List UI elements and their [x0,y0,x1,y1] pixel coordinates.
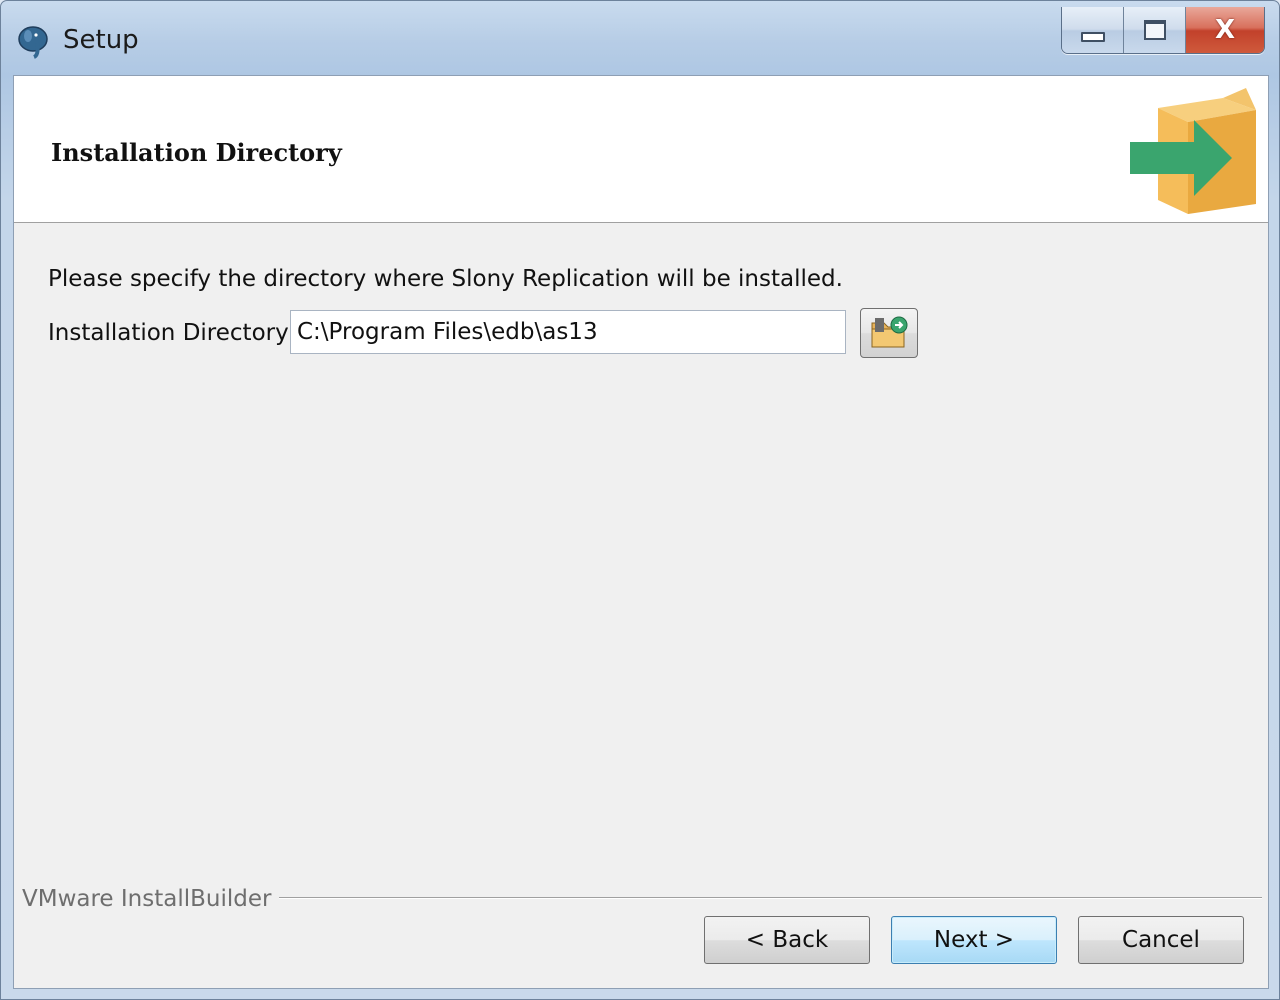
maximize-icon [1143,20,1166,40]
postgres-elephant-icon [18,26,48,59]
browse-button[interactable] [860,308,918,358]
cancel-button[interactable]: Cancel [1078,916,1244,964]
window-title: Setup [63,25,139,55]
close-button[interactable]: X [1186,7,1264,53]
title-bar[interactable]: Setup X [1,1,1279,75]
next-button[interactable]: Next > [891,916,1057,964]
back-button[interactable]: < Back [704,916,870,964]
page-title: Installation Directory [51,138,342,167]
installation-directory-input[interactable] [290,310,846,354]
instruction-text: Please specify the directory where Slony… [48,266,843,292]
page-header: Installation Directory [14,76,1268,223]
folder-browse-icon [871,316,908,348]
window-controls: X [1061,7,1265,54]
package-box-arrow-icon [1130,88,1256,214]
minimize-button[interactable] [1062,7,1124,53]
installbuilder-brand: VMware InstallBuilder [22,886,280,912]
close-icon: X [1214,15,1236,45]
maximize-button[interactable] [1124,7,1186,53]
installation-directory-label: Installation Directory [48,320,289,346]
minimize-icon [1080,32,1105,42]
dialog-client-area: Installation Directory Please specify th… [13,75,1269,989]
setup-window: Setup X Installation Directory Please sp… [0,0,1280,1000]
